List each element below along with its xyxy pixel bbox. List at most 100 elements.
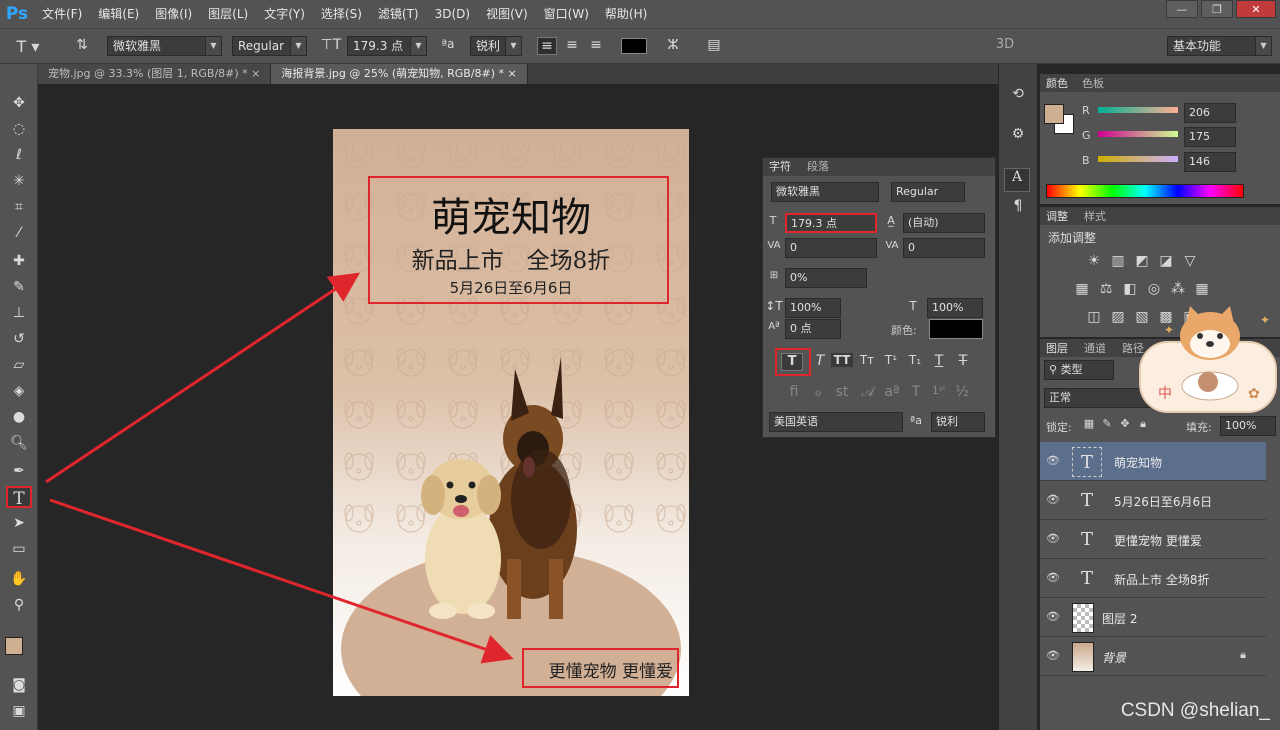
red-value-field[interactable]: 206 [1184, 103, 1236, 123]
hue-saturation-icon[interactable]: ▦ [1072, 281, 1092, 297]
ligatures-icon[interactable]: ﬁ [785, 384, 803, 400]
faux-italic-icon[interactable]: T [810, 353, 830, 369]
char-tracking-field[interactable]: 0 [903, 238, 985, 258]
alternates-icon[interactable]: ℴ [809, 384, 827, 400]
green-value-field[interactable]: 175 [1184, 127, 1236, 147]
tab-channels[interactable]: 通道 [1084, 340, 1106, 358]
horizontal-scale-icon: T [909, 299, 917, 313]
tab-styles[interactable]: 样式 [1084, 208, 1106, 226]
underline-icon[interactable]: T [929, 353, 949, 369]
small-caps-icon[interactable]: Tт [857, 353, 877, 367]
vertical-scale-icon: ↕T [765, 299, 783, 313]
exposure-icon[interactable]: ◪ [1156, 253, 1176, 269]
eye-icon[interactable]: 👁︎ [1046, 610, 1060, 624]
properties-panel-icon[interactable]: ⚙ [1007, 126, 1029, 142]
color-panel: 颜色 色板 R 206 G 175 B 146 [1040, 74, 1280, 204]
text-layer-icon: T [1080, 490, 1093, 511]
char-color-label: 颜色: [891, 324, 917, 337]
character-panel-icon[interactable]: A [1004, 168, 1030, 192]
subscript-icon[interactable]: T₁ [905, 353, 925, 367]
tab-layers[interactable]: 图层 [1046, 340, 1068, 358]
minimize-button[interactable]: — [1166, 0, 1198, 18]
char-font-style-select[interactable]: Regular [891, 182, 965, 202]
brightness-icon[interactable]: ☀ [1084, 253, 1104, 269]
char-kerning-field[interactable]: 0 [785, 238, 877, 258]
layer-row[interactable]: 👁︎ T 萌宠知物 [1040, 442, 1266, 481]
posterize-icon[interactable]: ▨ [1108, 309, 1128, 325]
blue-slider[interactable] [1098, 156, 1178, 162]
curves-icon[interactable]: ◩ [1132, 253, 1152, 269]
dock-column: ⟲ ⚙ A ¶ [999, 64, 1037, 730]
char-leading-field[interactable]: (自动) [903, 213, 985, 233]
paragraph-panel-icon[interactable]: ¶ [1007, 198, 1029, 214]
vibrance-icon[interactable]: ▽ [1180, 253, 1200, 269]
ordinals-1st-icon[interactable]: 1ˢᵗ [929, 384, 949, 397]
layer-row[interactable]: 👁︎ T 新品上市 全场8折 [1040, 559, 1266, 598]
faux-bold-icon[interactable]: T [781, 353, 803, 371]
eye-icon[interactable]: 👁︎ [1046, 454, 1060, 468]
red-channel-label: R [1082, 104, 1090, 117]
character-panel-toggle-icon[interactable]: ▤ [704, 37, 724, 53]
blue-channel-label: B [1082, 154, 1090, 167]
tsume-icon: ⊞ [769, 270, 779, 281]
char-font-size-field[interactable]: 179.3 点 [785, 213, 877, 233]
red-slider[interactable] [1098, 107, 1178, 113]
levels-icon[interactable]: ▥ [1108, 253, 1128, 269]
lock-transparent-icon[interactable]: ▦ [1082, 417, 1096, 430]
photo-filter-icon[interactable]: ◎ [1144, 281, 1164, 297]
char-language-select[interactable]: 美国英语 [769, 412, 903, 432]
lock-pixels-icon[interactable]: ✎ [1100, 417, 1114, 430]
channel-mixer-icon[interactable]: ⁂ [1168, 281, 1188, 297]
layer-row[interactable]: 👁︎ T 更懂宠物 更懂爱 [1040, 520, 1266, 559]
superscript-icon[interactable]: T¹ [881, 353, 901, 367]
kerning-icon: VA [767, 240, 781, 251]
layer-filter-select[interactable]: ⚲ 类型 [1044, 360, 1114, 380]
layer-row[interactable]: 👁︎ 图层 2 [1040, 598, 1266, 637]
close-button[interactable]: ✕ [1236, 0, 1276, 18]
antialias-icon: ªa [910, 414, 922, 427]
layer-row[interactable]: 👁︎ 背景 🔒︎ [1040, 637, 1266, 676]
strikethrough-icon[interactable]: T [953, 353, 973, 369]
char-tsume-field[interactable]: 0% [785, 268, 867, 288]
history-panel-icon[interactable]: ⟲ [1007, 86, 1029, 102]
fill-field[interactable]: 100% [1220, 416, 1276, 436]
color-lookup-icon[interactable]: ▦ [1192, 281, 1212, 297]
char-font-family-select[interactable]: 微软雅黑 [771, 182, 879, 202]
lock-position-icon[interactable]: ✥ [1118, 417, 1132, 430]
svg-text:✿: ✿ [1248, 386, 1260, 402]
eye-icon[interactable]: 👁︎ [1046, 571, 1060, 585]
black-white-icon[interactable]: ◧ [1120, 281, 1140, 297]
eye-icon[interactable]: 👁︎ [1046, 649, 1060, 663]
tab-paragraph[interactable]: 段落 [807, 158, 829, 176]
workspace-select[interactable]: 基本功能 ▼ [1167, 36, 1272, 56]
blue-value-field[interactable]: 146 [1184, 152, 1236, 172]
invert-icon[interactable]: ◫ [1084, 309, 1104, 325]
char-color-swatch[interactable] [929, 319, 983, 339]
ordinals-icon[interactable]: aª [883, 384, 901, 400]
color-spectrum-bar[interactable] [1046, 184, 1244, 198]
swash-icon[interactable]: 𝒜 [859, 384, 877, 400]
char-baseline-field[interactable]: 0 点 [785, 319, 841, 339]
eye-icon[interactable]: 👁︎ [1046, 493, 1060, 507]
char-hscale-field[interactable]: 100% [927, 298, 983, 318]
tab-swatches[interactable]: 色板 [1082, 75, 1104, 93]
char-antialias-select[interactable]: 锐利 [931, 412, 985, 432]
tab-color[interactable]: 颜色 [1046, 75, 1068, 93]
char-vscale-field[interactable]: 100% [785, 298, 841, 318]
color-fg-swatch[interactable] [1044, 104, 1064, 124]
tab-character[interactable]: 字符 [769, 158, 791, 176]
3d-mode-label[interactable]: 3D [990, 37, 1020, 52]
discretionary-ligatures-icon[interactable]: st [833, 384, 851, 400]
all-caps-icon[interactable]: TT [831, 353, 853, 367]
titling-icon[interactable]: T [907, 384, 925, 400]
lock-all-icon[interactable]: 🔒︎ [1136, 417, 1150, 431]
tab-adjustments[interactable]: 调整 [1046, 208, 1068, 226]
fractions-icon[interactable]: ½ [953, 384, 971, 400]
green-slider[interactable] [1098, 131, 1178, 137]
restore-button[interactable]: ❐ [1201, 0, 1233, 18]
lock-icon: 🔒︎ [1240, 648, 1246, 661]
background-layer-thumbnail [1072, 642, 1094, 672]
layer-row[interactable]: 👁︎ T 5月26日至6月6日 [1040, 481, 1266, 520]
color-balance-icon[interactable]: ⚖ [1096, 281, 1116, 297]
eye-icon[interactable]: 👁︎ [1046, 532, 1060, 546]
